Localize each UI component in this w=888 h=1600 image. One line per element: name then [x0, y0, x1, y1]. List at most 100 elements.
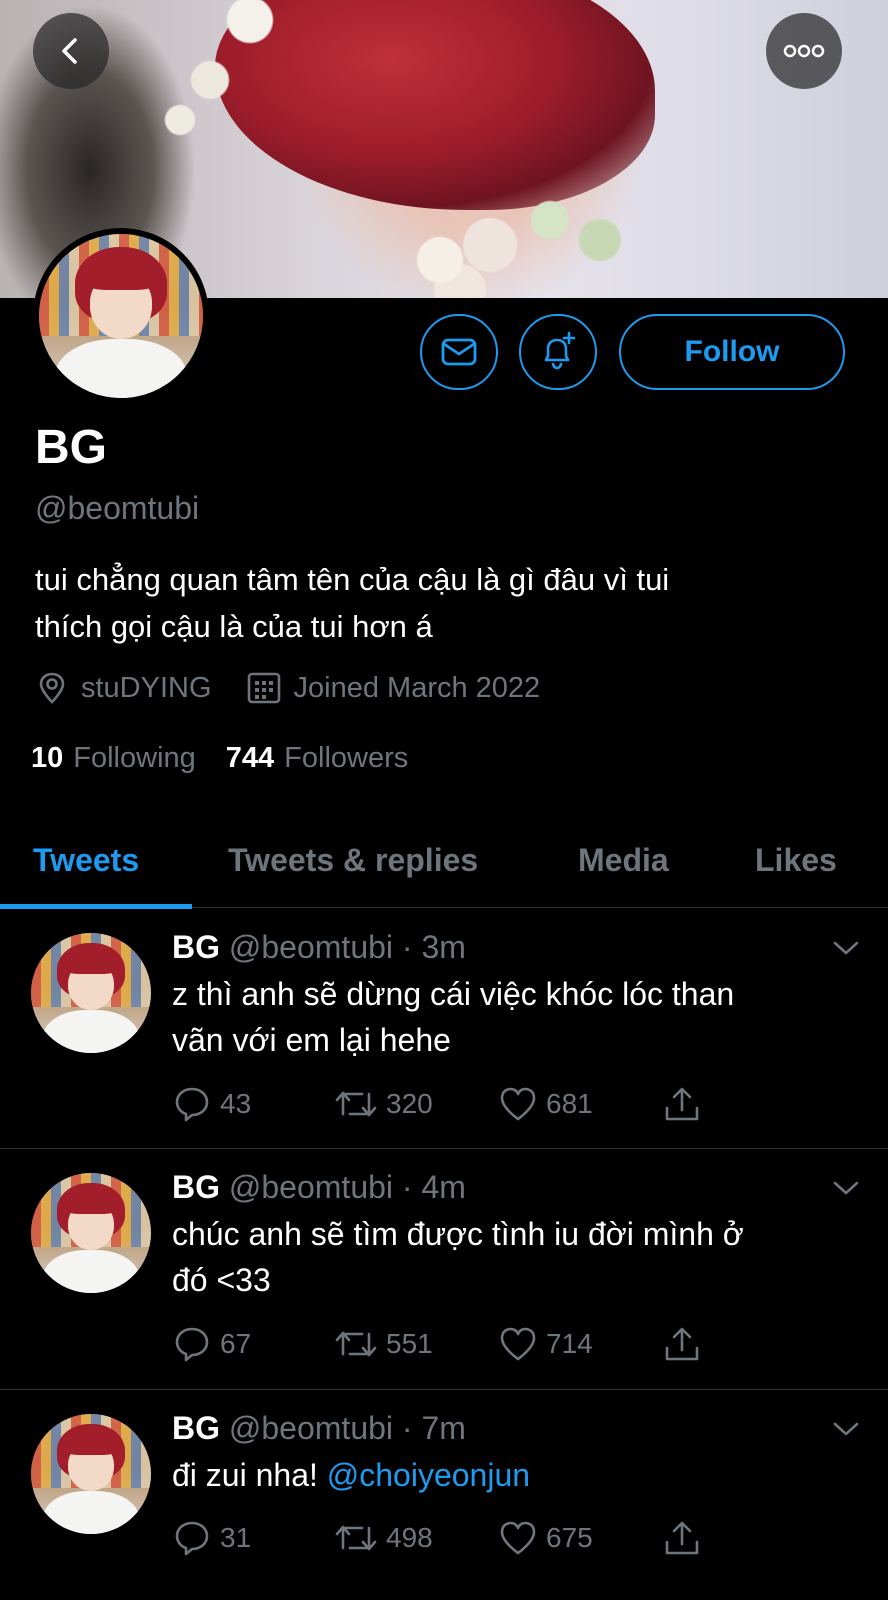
profile-bio: tui chẳng quan tâm tên của cậu là gì đâu…: [35, 556, 835, 650]
chevron-down-icon[interactable]: [832, 1420, 860, 1438]
more-button[interactable]: [766, 13, 842, 89]
tweet[interactable]: BG @beomtubi · 7m đi zui nha! @choiyeonj…: [0, 1390, 888, 1600]
banner-flowers: [400, 150, 680, 298]
tweet-author-name[interactable]: BG: [172, 1169, 220, 1205]
location: stuDYING: [35, 671, 212, 705]
join-date-text: Joined March 2022: [293, 671, 541, 704]
tweet-text-line: z thì anh sẽ dừng cái việc khóc lóc than: [172, 976, 735, 1012]
chevron-down-icon[interactable]: [832, 1179, 860, 1197]
profile-name: BG: [35, 421, 107, 474]
reply-count: 43: [220, 1088, 252, 1119]
retweet-icon: [335, 1331, 377, 1357]
reply-count: 31: [220, 1522, 252, 1553]
tweet-text-line: đó <33: [172, 1262, 271, 1298]
reply-button[interactable]: 31: [172, 1516, 251, 1560]
like-button[interactable]: 714: [498, 1322, 593, 1366]
like-count: 681: [546, 1088, 593, 1119]
retweet-count: 498: [386, 1522, 433, 1553]
like-count: 675: [546, 1522, 593, 1553]
retweet-icon: [335, 1525, 377, 1551]
more-horizontal-icon: [783, 44, 825, 58]
followers-count[interactable]: 744: [226, 742, 274, 775]
reply-icon: [175, 1087, 209, 1122]
tweet-text: z thì anh sẽ dừng cái việc khóc lóc than…: [172, 971, 852, 1063]
retweet-count: 320: [386, 1088, 433, 1119]
tab-tweets[interactable]: Tweets: [33, 812, 139, 908]
follow-label: Follow: [684, 335, 780, 368]
profile-meta: stuDYING Joined March 2022: [35, 666, 574, 710]
tweet-text-line: đi zui nha!: [172, 1457, 318, 1493]
like-count: 714: [546, 1328, 593, 1359]
share-icon: [665, 1087, 699, 1121]
reply-button[interactable]: 67: [172, 1322, 251, 1366]
tweet-time: 7m: [421, 1410, 466, 1446]
tab-tweets-replies[interactable]: Tweets & replies: [228, 812, 478, 908]
mention-link[interactable]: @choiyeonjun: [327, 1457, 530, 1493]
bio-line: thích gọi cậu là của tui hơn á: [35, 609, 433, 644]
follow-button[interactable]: Follow: [619, 314, 845, 390]
tweet-text: đi zui nha! @choiyeonjun: [172, 1452, 852, 1498]
location-pin-icon: [39, 672, 65, 704]
calendar-icon: [247, 672, 280, 704]
share-icon: [665, 1521, 699, 1555]
tweet-actions: 31 498 675: [172, 1516, 732, 1560]
heart-icon: [500, 1521, 536, 1555]
tweet-avatar[interactable]: [31, 933, 151, 1053]
tweet[interactable]: BG @beomtubi · 4m chúc anh sẽ tìm được t…: [0, 1149, 888, 1390]
reply-icon: [175, 1521, 209, 1556]
mail-icon: [441, 338, 477, 366]
tweet-author-name[interactable]: BG: [172, 929, 220, 965]
chevron-down-icon[interactable]: [832, 939, 860, 957]
reply-count: 67: [220, 1328, 252, 1359]
profile-tabs: Tweets Tweets & replies Media Likes: [0, 812, 888, 908]
retweet-icon: [335, 1091, 377, 1117]
tweet-time: 4m: [421, 1169, 466, 1205]
reply-icon: [175, 1327, 209, 1362]
retweet-count: 551: [386, 1328, 433, 1359]
heart-icon: [500, 1327, 536, 1361]
share-button[interactable]: [662, 1082, 710, 1126]
share-button[interactable]: [662, 1516, 710, 1560]
banner-flower-crown: [150, 0, 280, 160]
following-count[interactable]: 10: [31, 742, 63, 775]
reply-button[interactable]: 43: [172, 1082, 251, 1126]
share-icon: [665, 1327, 699, 1361]
message-button[interactable]: [420, 314, 498, 390]
following-label[interactable]: Following: [73, 742, 196, 775]
like-button[interactable]: 681: [498, 1082, 593, 1126]
tab-likes[interactable]: Likes: [755, 812, 837, 908]
tweet-text-line: chúc anh sẽ tìm được tình iu đời mình ở: [172, 1216, 744, 1252]
tweet[interactable]: BG @beomtubi · 3m z thì anh sẽ dừng cái …: [0, 909, 888, 1149]
followers-label[interactable]: Followers: [284, 742, 408, 775]
tweet-author-handle[interactable]: @beomtubi: [229, 929, 393, 965]
follow-stats: 10 Following 744 Followers: [31, 742, 438, 775]
tweet-author-handle[interactable]: @beomtubi: [229, 1169, 393, 1205]
tweet-avatar[interactable]: [31, 1414, 151, 1534]
chevron-left-icon: [62, 38, 77, 64]
profile-avatar[interactable]: [33, 228, 209, 404]
location-text: stuDYING: [81, 671, 212, 704]
back-button[interactable]: [33, 13, 109, 89]
join-date: Joined March 2022: [246, 670, 541, 706]
tweet-avatar[interactable]: [31, 1173, 151, 1293]
tab-media[interactable]: Media: [578, 812, 669, 908]
tweet-text-line: vãn với em lại hehe: [172, 1022, 451, 1058]
tweet-actions: 67 551 714: [172, 1322, 732, 1366]
tweet-author-handle[interactable]: @beomtubi: [229, 1410, 393, 1446]
heart-icon: [500, 1087, 536, 1121]
tweet-header: BG @beomtubi · 4m: [172, 1169, 466, 1205]
share-button[interactable]: [662, 1322, 710, 1366]
retweet-button[interactable]: 551: [334, 1322, 433, 1366]
tweet-header: BG @beomtubi · 7m: [172, 1410, 466, 1446]
like-button[interactable]: 675: [498, 1516, 593, 1560]
tweet-actions: 43 320 681: [172, 1082, 732, 1126]
bio-line: tui chẳng quan tâm tên của cậu là gì đâu…: [35, 562, 670, 597]
retweet-button[interactable]: 320: [334, 1082, 433, 1126]
tweet-header: BG @beomtubi · 3m: [172, 929, 466, 965]
bell-plus-icon: [544, 331, 576, 370]
profile-handle: @beomtubi: [35, 490, 200, 526]
notifications-button[interactable]: [519, 314, 597, 390]
tweet-author-name[interactable]: BG: [172, 1410, 220, 1446]
retweet-button[interactable]: 498: [334, 1516, 433, 1560]
avatar-image: [39, 234, 203, 398]
